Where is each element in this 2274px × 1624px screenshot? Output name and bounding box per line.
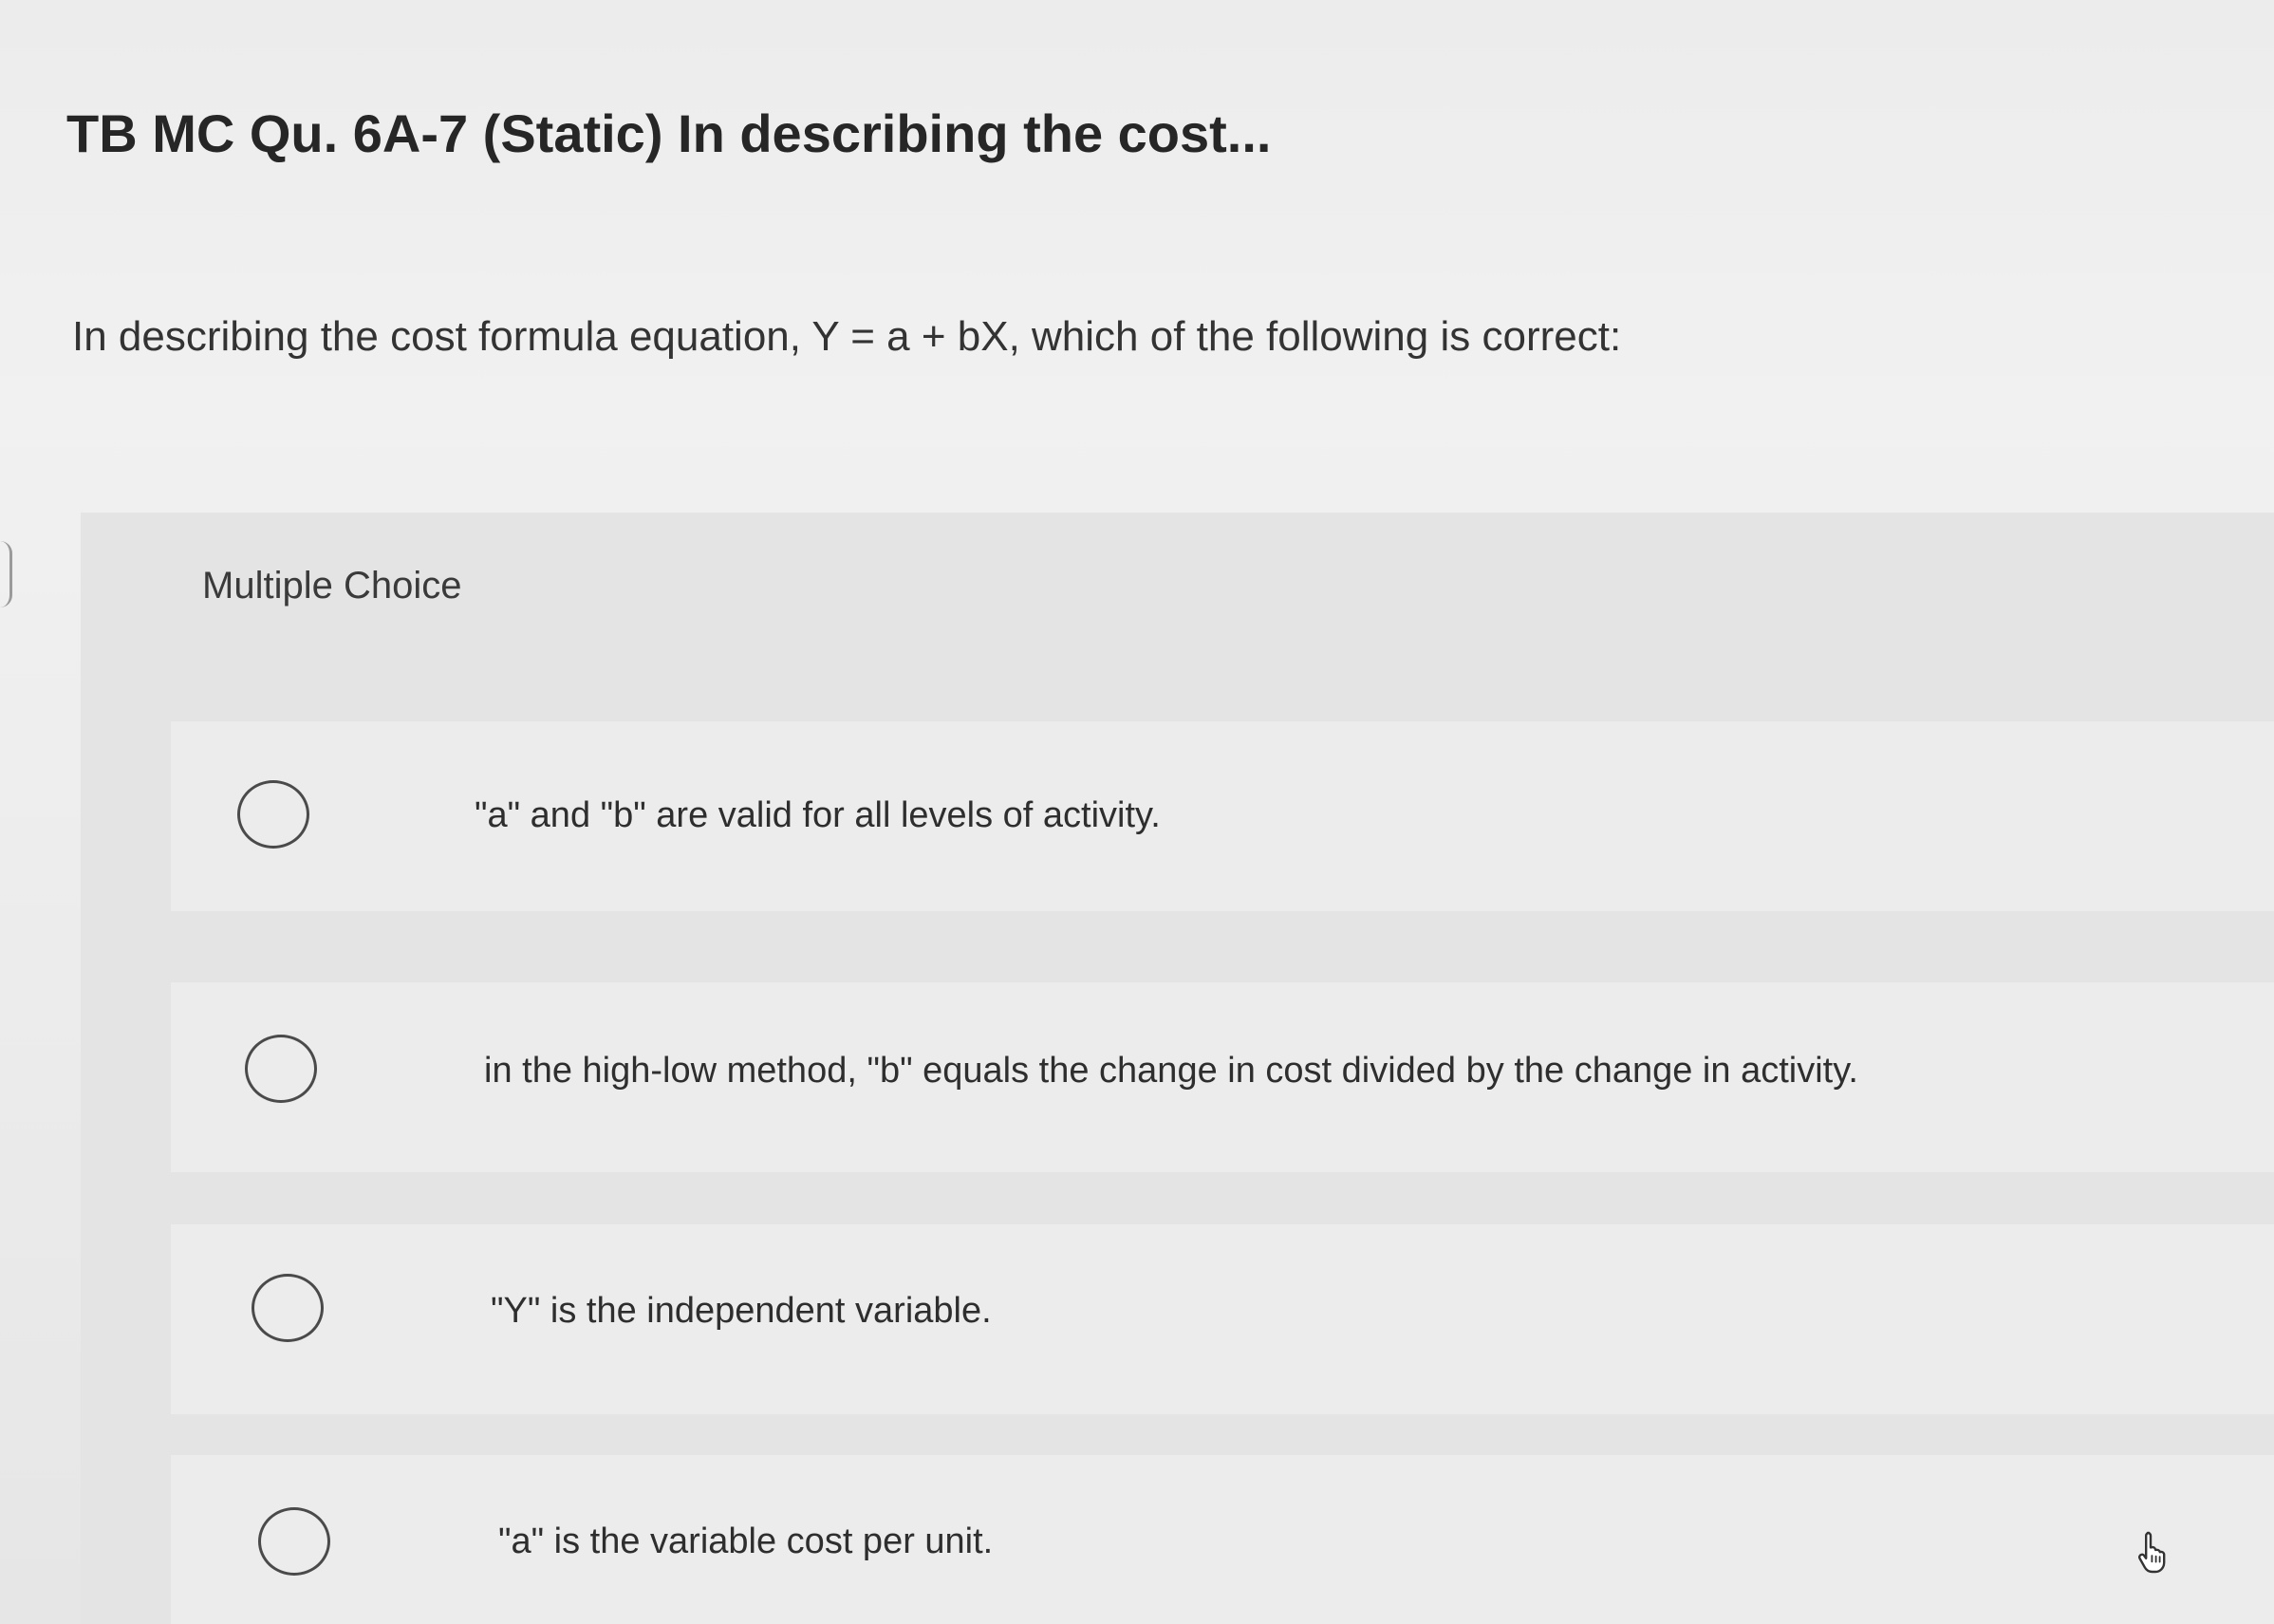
answer-option-3[interactable]: "Y" is the independent variable. xyxy=(171,1224,2274,1414)
answer-option-text: "a" and "b" are valid for all levels of … xyxy=(475,795,1161,835)
question-prompt: In describing the cost formula equation,… xyxy=(72,313,1622,360)
radio-button-icon[interactable] xyxy=(252,1274,324,1342)
radio-button-icon[interactable] xyxy=(258,1507,330,1576)
answer-option-4[interactable]: "a" is the variable cost per unit. xyxy=(171,1455,2274,1624)
radio-button-icon[interactable] xyxy=(245,1035,317,1103)
radio-button-icon[interactable] xyxy=(237,780,309,849)
window-edge xyxy=(0,541,12,607)
answer-option-1[interactable]: "a" and "b" are valid for all levels of … xyxy=(171,721,2274,911)
answer-option-text: in the high-low method, "b" equals the c… xyxy=(484,1051,1858,1091)
hand-pointer-icon xyxy=(2137,1531,2166,1574)
page-title: TB MC Qu. 6A-7 (Static) In describing th… xyxy=(66,103,1272,163)
answer-option-text: "a" is the variable cost per unit. xyxy=(498,1521,994,1561)
answer-option-2[interactable]: in the high-low method, "b" equals the c… xyxy=(171,982,2274,1172)
multiple-choice-label: Multiple Choice xyxy=(202,565,462,607)
answer-option-text: "Y" is the independent variable. xyxy=(491,1291,992,1331)
multiple-choice-panel: Multiple Choice "a" and "b" are valid fo… xyxy=(81,513,2274,1624)
